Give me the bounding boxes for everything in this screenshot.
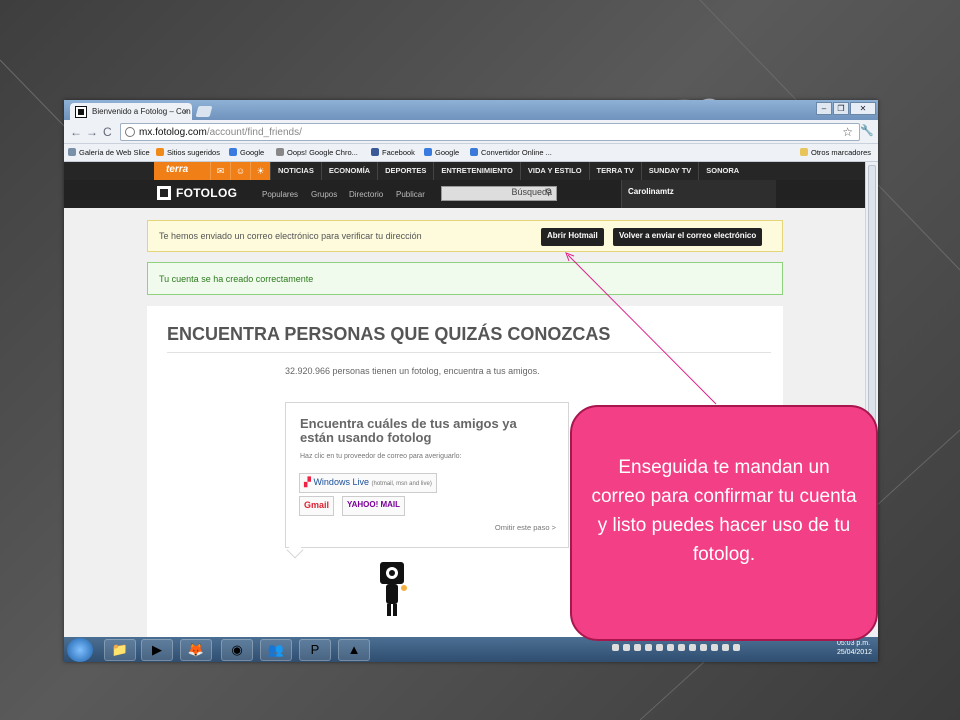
callout-box: Enseguida te mandan un correo para confi…	[570, 405, 878, 641]
callout-text: Enseguida te mandan un correo para confi…	[591, 457, 857, 565]
